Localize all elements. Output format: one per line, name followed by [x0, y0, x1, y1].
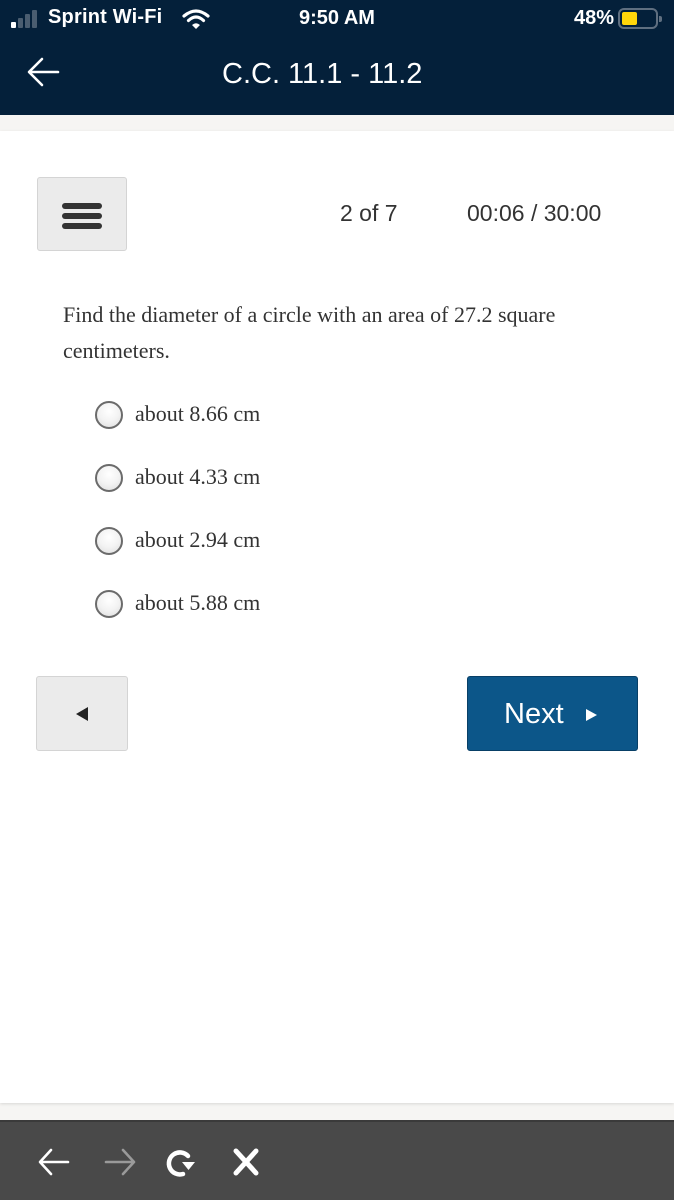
- previous-button[interactable]: [36, 676, 128, 751]
- radio-button[interactable]: [95, 527, 123, 555]
- status-time: 9:50 AM: [299, 7, 375, 29]
- reload-icon[interactable]: [162, 1144, 198, 1180]
- close-icon[interactable]: [228, 1144, 264, 1180]
- battery-level-fill: [622, 12, 637, 25]
- page-title: C.C. 11.1 - 11.2: [222, 58, 423, 90]
- option-label: about 4.33 cm: [135, 464, 261, 489]
- triangle-right-icon: [586, 709, 597, 721]
- quiz-card: 2 of 7 00:06 / 30:00 Find the diameter o…: [0, 131, 674, 1103]
- option-label: about 8.66 cm: [135, 401, 261, 426]
- question-text: Find the diameter of a circle with an ar…: [63, 302, 556, 363]
- status-bar: Sprint Wi-Fi 9:50 AM 48%: [0, 0, 674, 38]
- triangle-left-icon: [76, 707, 88, 721]
- separator-strip: [0, 115, 674, 131]
- forward-arrow-icon[interactable]: [102, 1144, 138, 1180]
- battery-percent: 48%: [573, 7, 614, 29]
- radio-button[interactable]: [95, 590, 123, 618]
- radio-button[interactable]: [95, 464, 123, 492]
- radio-button[interactable]: [95, 401, 123, 429]
- next-button[interactable]: Next: [467, 676, 638, 751]
- browser-toolbar: [0, 1120, 674, 1200]
- next-button-label: Next: [504, 698, 564, 730]
- arrow-left-icon[interactable]: [24, 52, 64, 92]
- option-label: about 5.88 cm: [135, 590, 261, 615]
- option-label: about 2.94 cm: [135, 527, 261, 552]
- question-menu-button[interactable]: [37, 177, 127, 251]
- question-counter: 2 of 7: [340, 200, 398, 226]
- quiz-timer: 00:06 / 30:00: [467, 200, 602, 226]
- navigation-bar: C.C. 11.1 - 11.2: [0, 38, 674, 115]
- app-header: Sprint Wi-Fi 9:50 AM 48% C.C. 11.1 - 11.…: [0, 0, 674, 115]
- battery-icon: [618, 8, 662, 29]
- back-arrow-icon[interactable]: [36, 1144, 72, 1180]
